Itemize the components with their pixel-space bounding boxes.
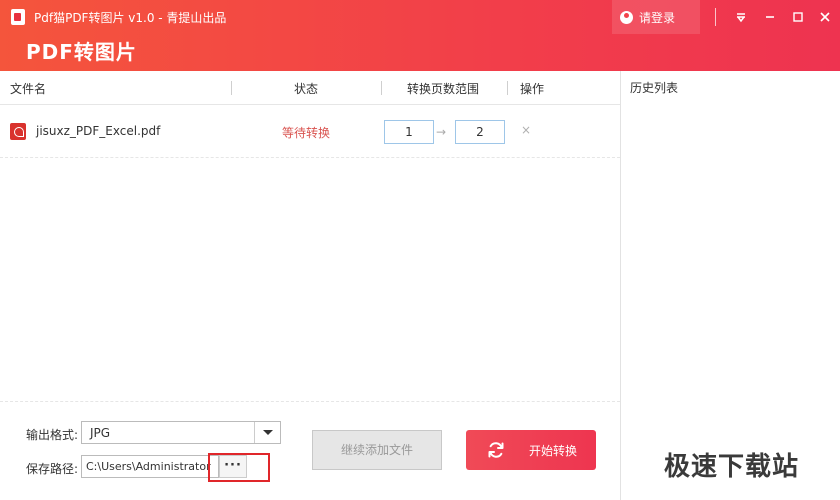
- menu-icon[interactable]: [733, 9, 749, 25]
- start-convert-button[interactable]: 开始转换: [466, 430, 596, 470]
- titlebar-divider: [715, 8, 716, 26]
- save-path-input[interactable]: C:\Users\Administrator: [81, 455, 219, 478]
- page-from-input[interactable]: 1: [384, 120, 434, 144]
- column-divider: [381, 81, 382, 95]
- title-bar: Pdf猫PDF转图片 v1.0 - 青提山出品 PDF转图片 请登录: [0, 0, 840, 71]
- history-list-title: 历史列表: [630, 81, 679, 95]
- column-filename: 文件名: [10, 82, 47, 96]
- start-convert-label: 开始转换: [529, 444, 578, 458]
- column-status: 状态: [294, 82, 319, 96]
- user-icon: [620, 10, 633, 24]
- page-to-input[interactable]: 2: [455, 120, 505, 144]
- file-name: jisuxz_PDF_Excel.pdf: [36, 124, 161, 138]
- column-action: 操作: [520, 82, 545, 96]
- highlight-box: [208, 453, 270, 482]
- file-status: 等待转换: [282, 126, 331, 140]
- login-button[interactable]: 请登录: [612, 0, 700, 34]
- close-icon[interactable]: [817, 9, 833, 25]
- file-row[interactable]: jisuxz_PDF_Excel.pdf 等待转换 1 → 2 ×: [0, 106, 620, 158]
- chevron-down-icon[interactable]: [254, 422, 280, 443]
- file-list-header: 文件名 状态 转换页数范围 操作: [0, 71, 620, 105]
- column-page-range: 转换页数范围: [407, 82, 480, 96]
- bottom-divider: [0, 401, 620, 402]
- maximize-icon[interactable]: [790, 9, 806, 25]
- save-path-label: 保存路径:: [26, 462, 79, 476]
- arrow-right-icon: →: [436, 125, 447, 139]
- output-format-label: 输出格式:: [26, 428, 79, 442]
- watermark: 极速下载站: [664, 452, 800, 482]
- app-heading: PDF转图片: [26, 40, 137, 64]
- refresh-icon: [488, 442, 504, 458]
- window-title: Pdf猫PDF转图片 v1.0 - 青提山出品: [34, 11, 227, 25]
- output-format-value: JPG: [90, 426, 111, 440]
- login-label: 请登录: [639, 10, 676, 25]
- app-logo-icon: [11, 9, 25, 25]
- add-more-files-button[interactable]: 继续添加文件: [312, 430, 442, 470]
- column-divider: [231, 81, 232, 95]
- minimize-icon[interactable]: [762, 9, 778, 25]
- pdf-file-icon: [10, 123, 26, 140]
- column-divider: [507, 81, 508, 95]
- delete-file-icon[interactable]: ×: [521, 123, 531, 137]
- output-format-select[interactable]: JPG: [81, 421, 281, 444]
- panel-divider: [620, 71, 621, 500]
